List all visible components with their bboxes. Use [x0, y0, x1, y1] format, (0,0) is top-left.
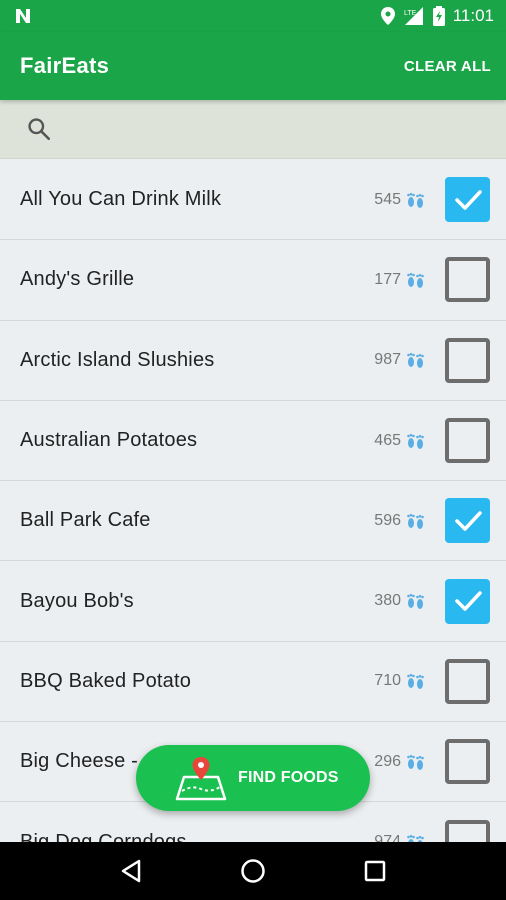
location-icon: [380, 7, 395, 25]
footprints-icon: [405, 833, 427, 842]
checkbox-checked[interactable]: [445, 498, 490, 544]
vendor-name: Big Dog Corndogs: [20, 830, 187, 842]
footprints-icon: [405, 271, 427, 289]
checkbox-checked[interactable]: [445, 177, 490, 223]
footprints-icon: [405, 432, 427, 450]
search-bar[interactable]: [0, 100, 506, 159]
checkbox-unchecked[interactable]: [445, 739, 490, 785]
map-pin-icon: [175, 757, 227, 801]
footprints-icon: [405, 191, 427, 209]
vendor-count: 296: [374, 752, 401, 770]
footprints-icon: [405, 351, 427, 369]
battery-icon: [432, 6, 445, 26]
app-bar: FairEats CLEAR ALL: [0, 32, 506, 100]
find-foods-label: FIND FOODS: [238, 769, 339, 786]
vendor-list[interactable]: All You Can Drink Milk 545 Andy's Grille 17…: [0, 160, 506, 842]
status-time: 11:01: [452, 6, 494, 25]
status-left: [14, 7, 32, 25]
vendor-name: Bayou Bob's: [20, 589, 134, 612]
back-button[interactable]: [106, 846, 156, 896]
status-right: LTE 11:01: [380, 6, 494, 26]
vendor-count: 596: [374, 511, 401, 529]
list-item[interactable]: Ball Park Cafe 596: [0, 481, 506, 562]
vendor-count: 987: [374, 351, 401, 369]
list-item[interactable]: Arctic Island Slushies 987: [0, 320, 506, 401]
recents-icon: [364, 860, 386, 882]
vendor-count: 974: [374, 833, 401, 842]
vendor-name: Australian Potatoes: [20, 429, 198, 452]
clear-all-button[interactable]: CLEAR ALL: [404, 58, 491, 75]
find-foods-button[interactable]: FIND FOODS: [136, 745, 370, 811]
vendor-name: Ball Park Cafe: [20, 509, 151, 532]
vendor-name: BBQ Baked Potato: [20, 669, 192, 692]
footprints-icon: [405, 753, 427, 771]
vendor-name: All You Can Drink Milk: [20, 188, 222, 211]
footprints-icon: [405, 592, 427, 610]
checkbox-unchecked[interactable]: [445, 658, 490, 704]
signal-lte-icon: LTE: [404, 7, 423, 25]
footprints-icon: [405, 512, 427, 530]
vendor-name: Arctic Island Slushies: [20, 348, 215, 371]
list-item[interactable]: All You Can Drink Milk 545: [0, 160, 506, 241]
vendor-name: Andy's Grille: [20, 268, 135, 291]
n-notification-icon: [16, 9, 30, 23]
checkbox-unchecked[interactable]: [445, 337, 490, 383]
vendor-count: 545: [374, 190, 401, 208]
checkbox-checked[interactable]: [445, 578, 490, 624]
svg-text:LTE: LTE: [404, 10, 417, 17]
list-item[interactable]: Andy's Grille 177: [0, 240, 506, 321]
search-input[interactable]: [66, 100, 506, 158]
checkbox-unchecked[interactable]: [445, 418, 490, 464]
app-title: FairEats: [20, 53, 110, 78]
vendor-count: 465: [374, 431, 401, 449]
back-icon: [121, 859, 141, 883]
home-icon: [241, 859, 265, 883]
list-item[interactable]: Australian Potatoes 465: [0, 400, 506, 482]
footprints-icon: [405, 672, 427, 690]
vendor-count: 710: [374, 672, 401, 690]
home-button[interactable]: [228, 846, 278, 896]
list-item[interactable]: BBQ Baked Potato 710: [0, 641, 506, 723]
list-item[interactable]: Bayou Bob's 380: [0, 561, 506, 642]
status-bar: LTE 11:01: [0, 0, 506, 32]
vendor-count: 177: [374, 270, 401, 288]
checkbox-unchecked[interactable]: [445, 819, 490, 842]
recents-button[interactable]: [350, 846, 400, 896]
vendor-count: 380: [374, 592, 401, 610]
navigation-bar: [0, 842, 506, 900]
search-icon: [28, 118, 51, 141]
checkbox-unchecked[interactable]: [445, 257, 490, 303]
